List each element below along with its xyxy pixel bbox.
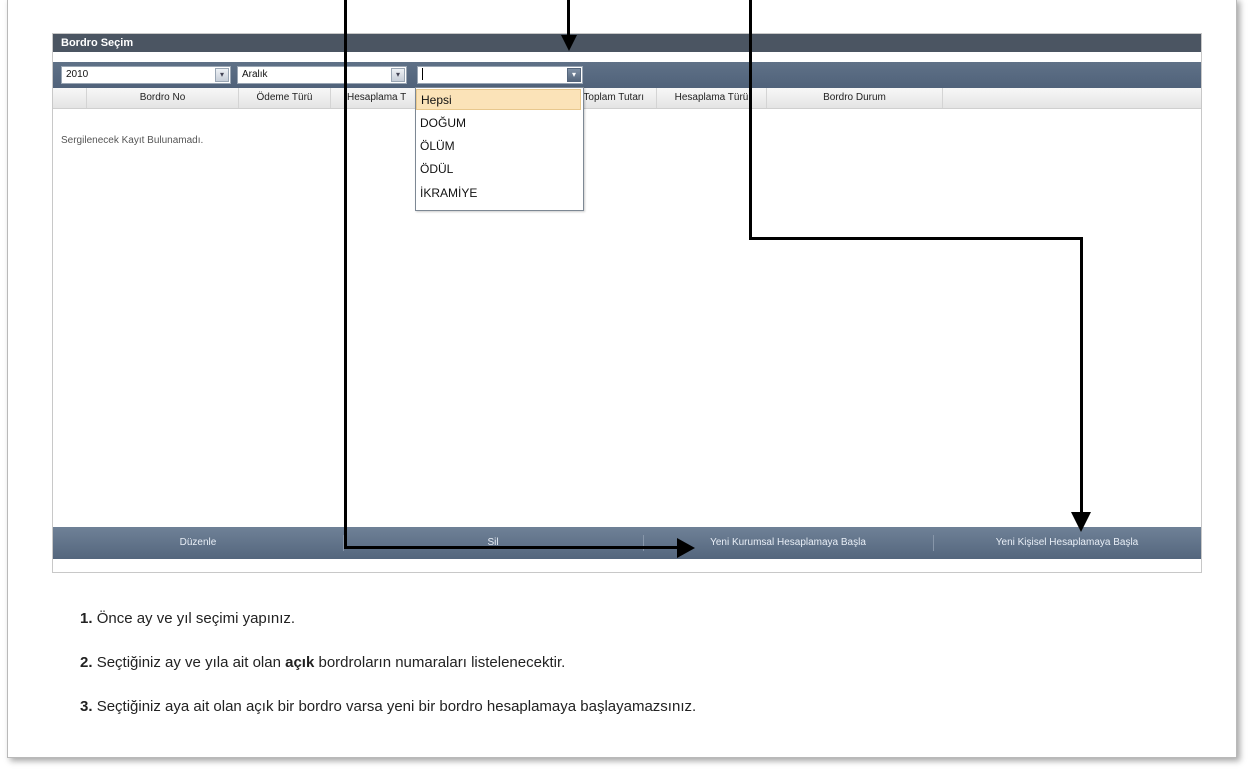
instruction-text: Seçtiğiniz aya ait olan açık bir bordro … [96,698,697,715]
chevron-down-icon[interactable]: ▾ [215,68,229,82]
annotation-line [1080,237,1083,517]
arrow-icon [677,538,695,558]
type-dropdown-list: Hepsi DOĞUM ÖLÜM ÖDÜL İKRAMİYE [415,87,584,211]
bordro-panel: Bordro Seçim 2010 ▾ Aralık ▾ ▾ Bordro No… [52,33,1202,573]
instruction-number: 2. [80,654,93,671]
annotation-line [749,0,752,240]
chevron-down-icon[interactable]: ▾ [567,68,581,82]
annotation-line [344,546,684,549]
column-header[interactable]: Bordro No [87,88,239,108]
delete-button[interactable]: Sil [343,527,643,559]
text-cursor [422,68,423,81]
annotation-line [344,0,347,548]
type-combo[interactable]: ▾ [417,66,583,84]
new-personal-calc-button[interactable]: Yeni Kişisel Hesaplamaya Başla [933,527,1201,559]
instruction-item: 3. Seçtiğiniz aya ait olan açık bir bord… [80,698,696,715]
annotation-line [749,237,1083,240]
instruction-text: Önce ay ve yıl seçimi yapınız. [96,610,296,627]
month-combo[interactable]: Aralık ▾ [237,66,407,84]
instruction-text: bordroların numaraları listelenecektir. [314,654,566,671]
year-value: 2010 [66,69,89,80]
instruction-item: 1. Önce ay ve yıl seçimi yapınız. [80,610,295,627]
month-value: Aralık [242,69,268,80]
arrow-icon [561,35,577,51]
column-header[interactable]: Ödeme Türü [239,88,331,108]
dropdown-option[interactable]: ÖLÜM [416,136,581,157]
dropdown-option[interactable]: İKRAMİYE [416,183,581,204]
edit-button[interactable]: Düzenle [53,527,343,559]
instruction-number: 1. [80,610,93,627]
year-combo[interactable]: 2010 ▾ [61,66,231,84]
grid-header: Bordro No Ödeme Türü Hesaplama T Toplam … [53,88,1201,109]
empty-message: Sergilenecek Kayıt Bulunamadı. [61,135,204,146]
instruction-item: 2. Seçtiğiniz ay ve yıla ait olan açık b… [80,654,565,671]
dropdown-option[interactable]: Hepsi [416,89,581,110]
arrow-icon [1071,512,1091,532]
instruction-emphasis: açık [285,654,315,671]
action-bar: Düzenle Sil Yeni Kurumsal Hesaplamaya Ba… [53,527,1201,559]
grid-column-spacer [53,88,87,108]
dropdown-option[interactable]: DOĞUM [416,113,581,134]
filter-toolbar: 2010 ▾ Aralık ▾ ▾ [53,62,1201,88]
instruction-text: Seçtiğiniz ay ve yıla ait olan [96,654,286,671]
annotation-line [567,0,570,38]
dropdown-option[interactable]: ÖDÜL [416,159,581,180]
panel-title: Bordro Seçim [53,34,1201,52]
column-header[interactable]: Bordro Durum [767,88,943,108]
instruction-number: 3. [80,698,93,715]
chevron-down-icon[interactable]: ▾ [391,68,405,82]
